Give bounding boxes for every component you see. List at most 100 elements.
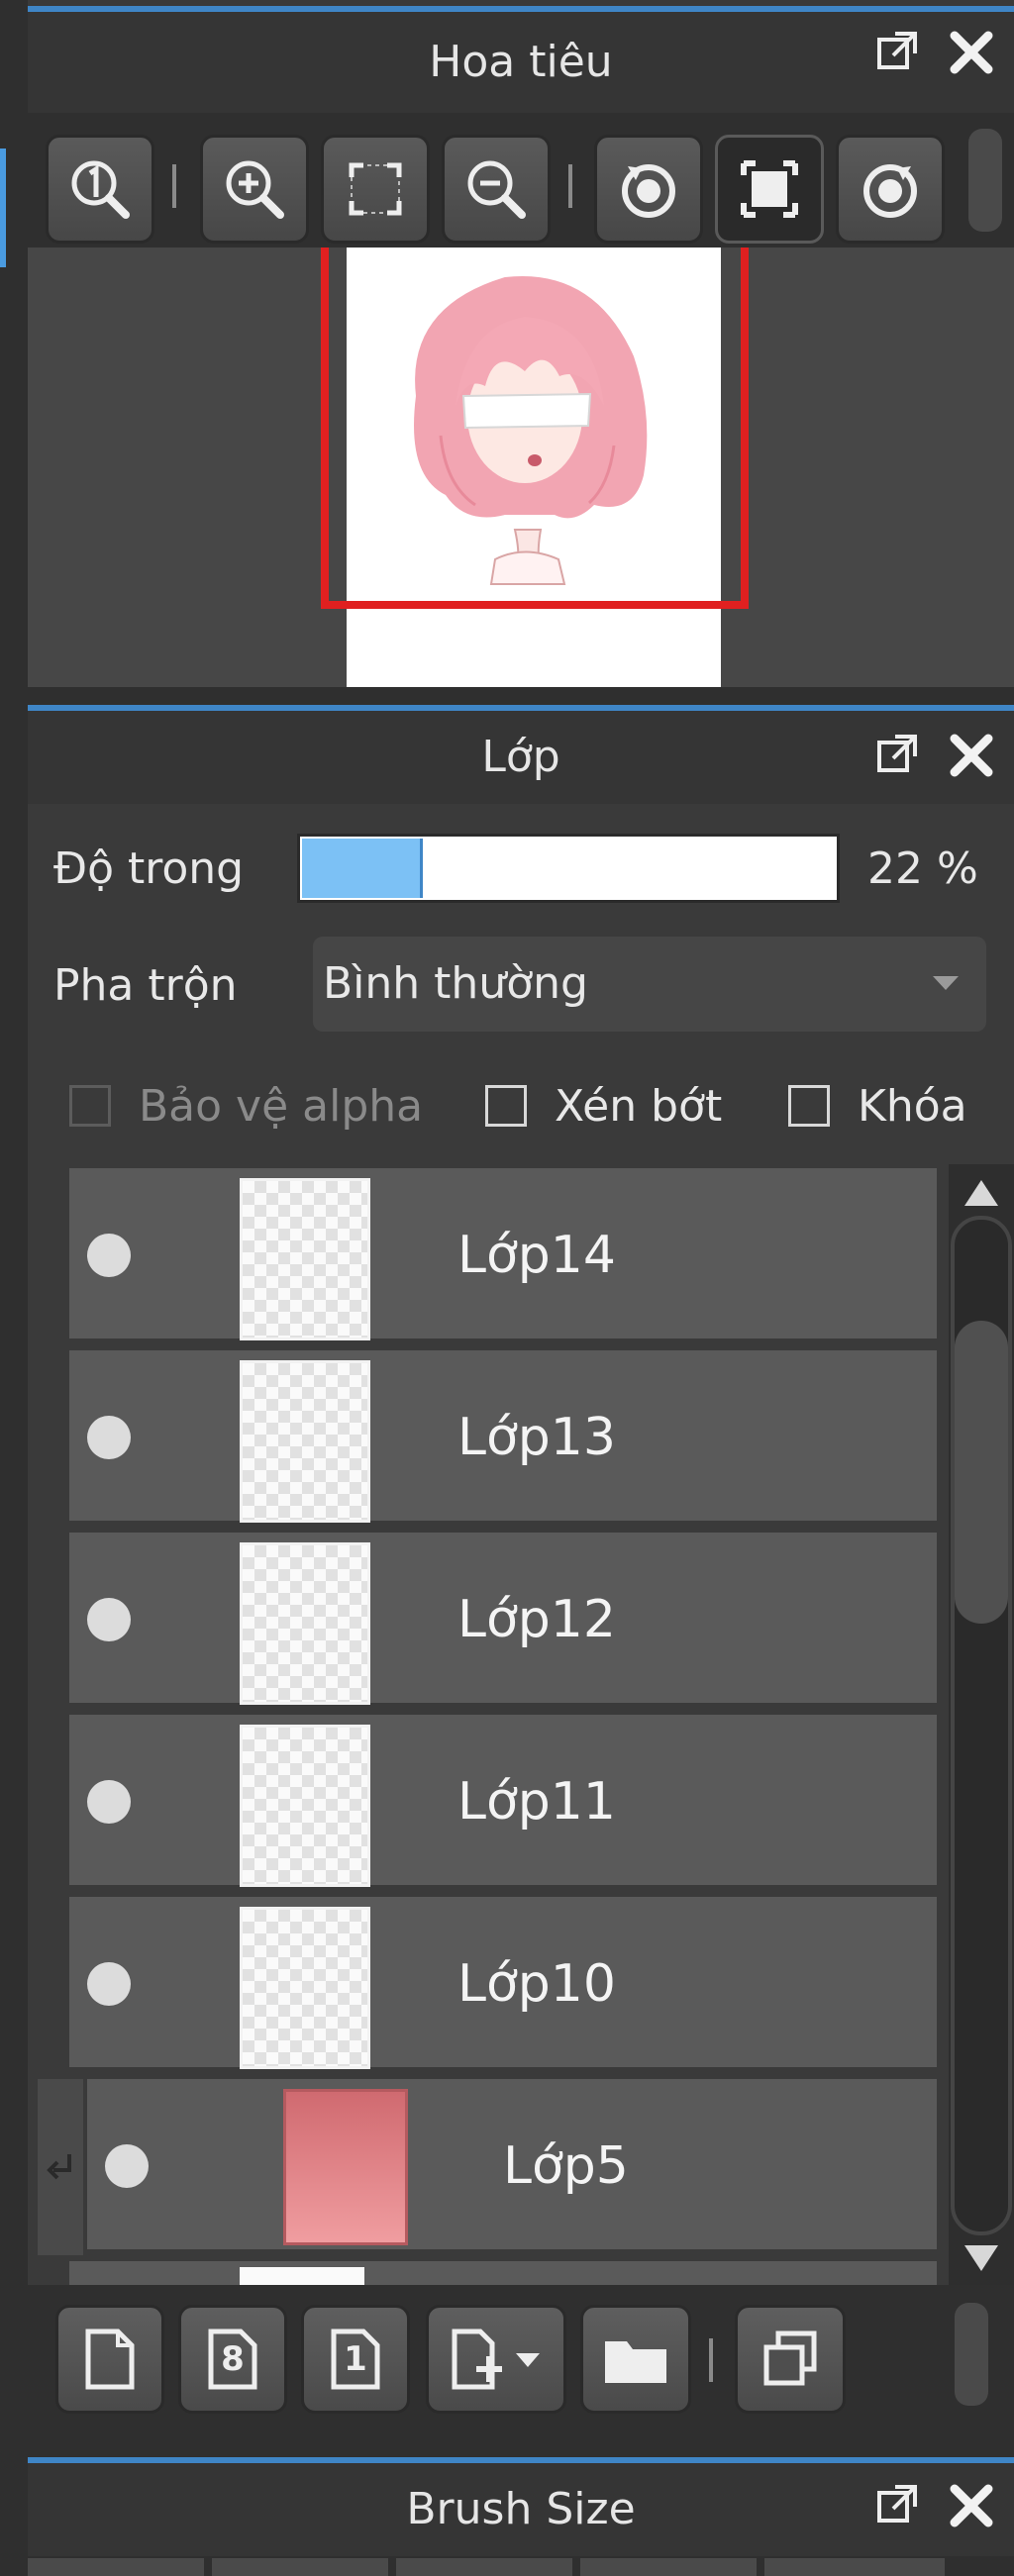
layer-toolbar-scroll[interactable] xyxy=(955,2303,988,2406)
opacity-slider[interactable] xyxy=(297,834,840,903)
toolbar-separator xyxy=(172,164,176,208)
lock-box[interactable] xyxy=(788,1085,830,1127)
toolbar-separator xyxy=(568,164,572,208)
layer-row[interactable]: Lớp14 xyxy=(69,1168,937,1344)
zoom-reset-button[interactable] xyxy=(46,135,154,244)
brush-size-cell[interactable] xyxy=(212,2558,392,2576)
layer-name: Lớp5 xyxy=(503,2136,629,2196)
left-edge-accent xyxy=(0,149,6,267)
rotate-right-icon xyxy=(863,164,917,218)
layer-name: Lớp11 xyxy=(457,1772,616,1832)
brush-size-grid xyxy=(28,2556,1014,2576)
toolbar-separator xyxy=(709,2338,713,2382)
navigator-popout-icon[interactable] xyxy=(875,30,919,73)
layers-titlebar: Lớp xyxy=(28,711,1014,804)
layers-close-icon[interactable] xyxy=(949,733,994,778)
layer-thumbnail xyxy=(240,1360,370,1523)
brush-size-cell[interactable] xyxy=(764,2558,945,2576)
visibility-icon[interactable] xyxy=(87,1780,131,1824)
layer-row[interactable]: Lớp11 xyxy=(69,1715,937,1891)
lock-label: Khóa xyxy=(858,1080,967,1132)
layer-row[interactable]: Lớp13 xyxy=(69,1350,937,1527)
zoom-out-icon xyxy=(467,160,526,219)
brush-size-title: Brush Size xyxy=(406,2484,636,2534)
zoom-in-icon xyxy=(226,160,284,219)
layer-thumbnail xyxy=(240,1907,370,2069)
layer-thumbnail xyxy=(283,2089,408,2245)
rotate-right-button[interactable] xyxy=(836,135,945,244)
zoom-out-button[interactable] xyxy=(442,135,551,244)
layer-row-partial[interactable] xyxy=(69,2261,937,2285)
brush-titlebar: Brush Size xyxy=(28,2463,1014,2556)
brush-size-cell[interactable] xyxy=(28,2558,208,2576)
new-layer-8bit-button[interactable]: 8 xyxy=(178,2305,287,2414)
opacity-label: Độ trong xyxy=(53,843,245,894)
layer-row[interactable]: Lớp10 xyxy=(69,1897,937,2073)
new-layer-1bit-button[interactable]: 1 xyxy=(301,2305,410,2414)
layer-list-scrollbar[interactable] xyxy=(949,1164,1014,2285)
brush-size-cell[interactable] xyxy=(396,2558,576,2576)
new-layer-button[interactable] xyxy=(55,2305,164,2414)
clipping-label: Xén bớt xyxy=(555,1080,723,1132)
panel-divider xyxy=(28,2433,1014,2457)
chevron-down-icon xyxy=(933,976,959,990)
rotate-left-button[interactable] xyxy=(594,135,703,244)
duplicate-layer-button[interactable] xyxy=(735,2305,846,2414)
visibility-icon[interactable] xyxy=(105,2144,149,2188)
protect-alpha-box xyxy=(69,1085,111,1127)
navigator-preview[interactable] xyxy=(28,248,1014,687)
protect-alpha-checkbox: Bảo vệ alpha xyxy=(69,1081,423,1132)
clipping-box[interactable] xyxy=(485,1085,527,1127)
opacity-value: 22 % xyxy=(867,843,978,894)
brush-close-icon[interactable] xyxy=(949,2483,994,2528)
visibility-icon[interactable] xyxy=(87,1234,131,1277)
layer-thumbnail xyxy=(240,1542,370,1705)
layer-name: Lớp13 xyxy=(457,1408,616,1467)
navigator-title: Hoa tiêu xyxy=(429,37,613,87)
navigator-toolbar xyxy=(28,113,1014,248)
blend-label: Pha trộn xyxy=(53,960,238,1011)
add-page-dropdown-icon xyxy=(452,2328,540,2390)
layer-thumbnail xyxy=(240,2267,364,2285)
new-folder-button[interactable] xyxy=(580,2305,691,2414)
view-rectangle[interactable] xyxy=(321,248,749,609)
scroll-thumb[interactable] xyxy=(955,1321,1008,1624)
layer-name: Lớp12 xyxy=(457,1590,616,1649)
visibility-icon[interactable] xyxy=(87,1962,131,2006)
zoom-reset-icon xyxy=(71,160,130,219)
layer-name: Lớp10 xyxy=(457,1954,616,2014)
left-edge-strip xyxy=(0,0,28,2576)
visibility-icon[interactable] xyxy=(87,1416,131,1459)
lock-checkbox[interactable]: Khóa xyxy=(788,1080,967,1132)
brush-popout-icon[interactable] xyxy=(875,2483,919,2526)
layer-thumbnail xyxy=(240,1178,370,1340)
layer-name: Lớp14 xyxy=(457,1226,616,1285)
add-layer-menu-button[interactable] xyxy=(426,2305,566,2414)
new-page-icon xyxy=(85,2328,135,2390)
navigator-close-icon[interactable] xyxy=(949,30,994,75)
layers-popout-icon[interactable] xyxy=(875,733,919,776)
scroll-down-icon xyxy=(964,2245,998,2271)
eight-bit-label: 8 xyxy=(221,2339,245,2379)
actual-size-icon xyxy=(741,160,798,218)
clip-arrow-icon xyxy=(47,2154,71,2180)
layer-list: Lớp14 Lớp13 Lớp12 Lớp11 Lớp10 Lớp5 xyxy=(28,1164,1014,2285)
rotate-left-icon xyxy=(622,164,675,218)
fit-screen-button[interactable] xyxy=(321,135,430,244)
layers-title: Lớp xyxy=(481,732,560,782)
duplicate-icon xyxy=(763,2330,817,2386)
opacity-slider-fill xyxy=(302,839,424,898)
one-bit-label: 1 xyxy=(344,2339,367,2379)
blend-mode-select[interactable]: Bình thường xyxy=(313,937,986,1032)
zoom-in-button[interactable] xyxy=(200,135,309,244)
navigator-toolbar-scroll[interactable] xyxy=(968,129,1002,232)
actual-size-button[interactable] xyxy=(715,135,824,244)
navigator-titlebar: Hoa tiêu xyxy=(28,12,1014,113)
clipping-checkbox[interactable]: Xén bớt xyxy=(485,1080,723,1132)
brush-size-cell[interactable] xyxy=(580,2558,760,2576)
layer-row[interactable]: Lớp12 xyxy=(69,1533,937,1709)
layer-row-clipped[interactable]: Lớp5 xyxy=(87,2079,937,2255)
visibility-icon[interactable] xyxy=(87,1598,131,1641)
scroll-up-icon xyxy=(964,1180,998,1206)
fit-screen-icon xyxy=(349,162,402,216)
